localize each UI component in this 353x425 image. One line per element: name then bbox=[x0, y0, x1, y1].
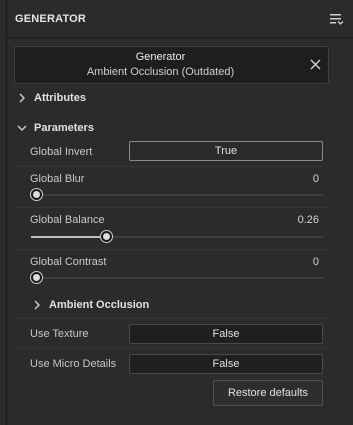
global-balance-label: Global Balance bbox=[30, 214, 105, 226]
chevron-right-icon bbox=[19, 93, 25, 103]
section-ambient-occlusion[interactable]: Ambient Occlusion bbox=[31, 296, 149, 314]
chevron-right-icon bbox=[34, 300, 40, 310]
use-texture-label: Use Texture bbox=[30, 328, 89, 340]
panel-title: GENERATOR bbox=[15, 13, 87, 25]
use-texture-toggle[interactable]: False bbox=[129, 324, 323, 344]
divider bbox=[14, 207, 329, 208]
global-invert-label: Global Invert bbox=[30, 146, 93, 158]
generator-title: Generator bbox=[135, 51, 186, 63]
divider bbox=[14, 318, 329, 319]
global-balance-slider[interactable] bbox=[31, 231, 323, 242]
close-icon[interactable] bbox=[310, 59, 321, 70]
divider bbox=[14, 166, 329, 167]
left-edge-strip bbox=[0, 0, 7, 425]
section-attributes-label: Attributes bbox=[34, 92, 86, 104]
global-contrast-label: Global Contrast bbox=[30, 256, 107, 268]
restore-defaults-button[interactable]: Restore defaults bbox=[213, 380, 323, 406]
global-blur-slider[interactable] bbox=[31, 189, 323, 200]
section-attributes[interactable]: Attributes bbox=[16, 89, 86, 107]
global-balance-slider-fill bbox=[31, 236, 107, 238]
filter-menu-icon[interactable] bbox=[330, 13, 344, 25]
section-parameters[interactable]: Parameters bbox=[16, 119, 94, 137]
section-parameters-label: Parameters bbox=[34, 122, 94, 134]
generator-subtitle: Ambient Occlusion (Outdated) bbox=[86, 66, 235, 78]
chevron-down-icon bbox=[17, 125, 27, 131]
global-blur-label: Global Blur bbox=[30, 173, 85, 185]
panel-header: GENERATOR bbox=[7, 0, 353, 38]
divider bbox=[14, 348, 329, 349]
divider bbox=[14, 249, 329, 250]
global-blur-value[interactable]: 0 bbox=[313, 173, 319, 185]
global-balance-value[interactable]: 0.26 bbox=[298, 214, 319, 226]
global-invert-toggle[interactable]: True bbox=[129, 141, 323, 161]
use-micro-details-toggle[interactable]: False bbox=[129, 354, 323, 374]
generator-panel: GENERATOR Generator Ambient Occlusion (O… bbox=[7, 0, 353, 425]
scrollbar[interactable] bbox=[349, 38, 353, 425]
use-micro-details-label: Use Micro Details bbox=[30, 358, 117, 370]
global-contrast-slider-thumb[interactable] bbox=[31, 272, 42, 283]
section-ambient-occlusion-label: Ambient Occlusion bbox=[49, 299, 150, 311]
global-contrast-slider[interactable] bbox=[31, 272, 323, 283]
global-blur-slider-thumb[interactable] bbox=[31, 189, 42, 200]
generator-selector[interactable]: Generator Ambient Occlusion (Outdated) bbox=[14, 46, 329, 84]
global-balance-slider-thumb[interactable] bbox=[101, 231, 113, 242]
global-contrast-value[interactable]: 0 bbox=[313, 256, 319, 268]
